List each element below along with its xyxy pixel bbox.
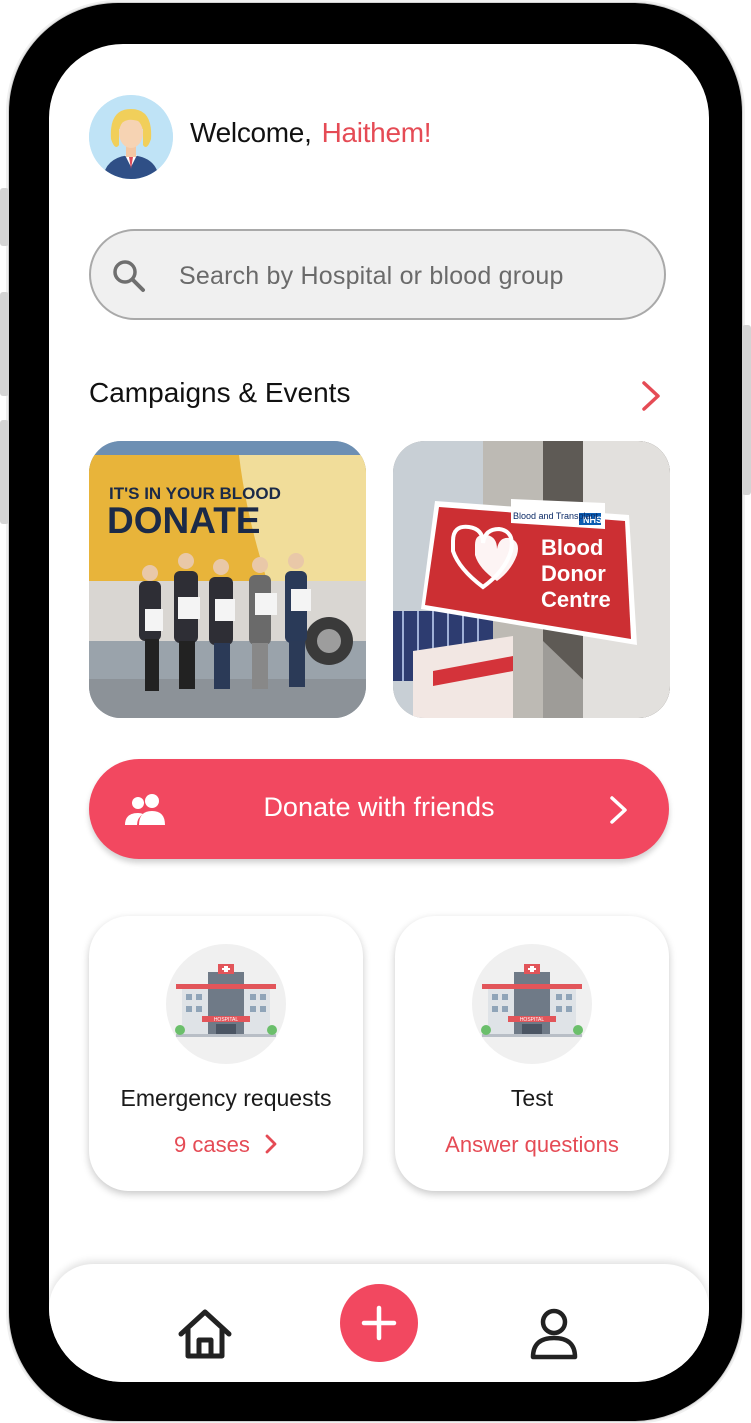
home-icon[interactable] <box>177 1308 233 1360</box>
phone-side-button <box>0 188 9 246</box>
sign-org: Blood and Transplant <box>513 511 599 521</box>
hospital-illustration: HOSPITAL <box>166 944 286 1064</box>
bottom-navigation <box>49 1264 709 1382</box>
add-button[interactable] <box>340 1284 418 1362</box>
app-screen: Welcome, Haithem! Campaigns & Events IT'S… <box>49 44 709 1382</box>
campaign-card[interactable]: IT'S IN YOUR BLOOD DONATE <box>89 441 366 718</box>
answer-questions-link[interactable]: Answer questions <box>395 1132 669 1158</box>
avatar-illustration <box>89 95 173 179</box>
emergency-requests-card[interactable]: HOSPITAL Emergency requests 9 cases <box>89 916 363 1191</box>
campaign-photo: NHS Blood and Transplant Blood Donor Cen… <box>393 441 670 718</box>
campaign-card[interactable]: NHS Blood and Transplant Blood Donor Cen… <box>393 441 670 718</box>
donate-with-friends-label: Donate with friends <box>263 792 495 822</box>
card-subtitle[interactable]: 9 cases <box>89 1132 363 1158</box>
sign-line-2: Donor <box>541 561 606 586</box>
cases-count: 9 cases <box>174 1132 250 1157</box>
section-title: Campaigns & Events <box>89 377 351 408</box>
hospital-sign-text: HOSPITAL <box>520 1017 545 1023</box>
sign-line-1: Blood <box>541 535 603 560</box>
hospital-icon: HOSPITAL <box>175 964 277 1037</box>
banner-line-2: DONATE <box>107 500 260 541</box>
search-icon <box>113 260 145 292</box>
search-input[interactable] <box>177 251 641 301</box>
avatar[interactable] <box>89 95 173 179</box>
welcome-message: Welcome, Haithem! <box>190 117 432 149</box>
phone-side-button <box>0 292 9 396</box>
phone-side-button <box>0 420 9 524</box>
card-title: Emergency requests <box>120 1085 332 1111</box>
card-title: Test <box>510 1085 554 1111</box>
donate-with-friends-button[interactable]: Donate with friends <box>89 759 669 859</box>
chevron-right-icon <box>610 796 627 824</box>
greeting-text: Welcome, <box>190 117 312 148</box>
plus-icon <box>361 1305 397 1341</box>
phone-side-button <box>742 325 751 495</box>
search-bar[interactable] <box>89 229 666 320</box>
campaign-photo: IT'S IN YOUR BLOOD DONATE <box>89 441 366 718</box>
hospital-icon: HOSPITAL <box>481 964 583 1037</box>
hospital-sign-text: HOSPITAL <box>214 1017 239 1023</box>
chevron-right-icon <box>265 1134 277 1154</box>
test-card[interactable]: HOSPITAL Test Answer questions <box>395 916 669 1191</box>
hospital-illustration: HOSPITAL <box>472 944 592 1064</box>
chevron-right-icon[interactable] <box>637 379 665 413</box>
sign-line-3: Centre <box>541 587 611 612</box>
user-name: Haithem! <box>321 117 432 148</box>
user-icon[interactable] <box>529 1308 579 1360</box>
